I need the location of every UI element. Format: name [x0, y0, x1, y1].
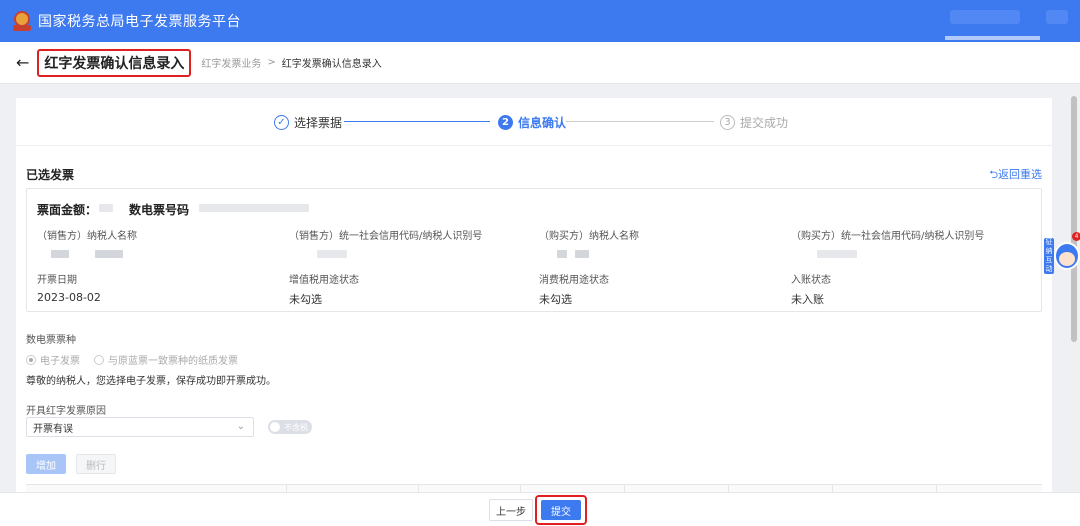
radio-paper-invoice[interactable]: 与原蓝票一致票种的纸质发票 — [94, 352, 238, 367]
vat-status-value: 未勾选 — [289, 293, 322, 306]
prev-step-button[interactable]: 上一步 — [489, 499, 533, 521]
step-number-icon: 3 — [720, 115, 735, 130]
breadcrumb-item-red-invoice[interactable]: 红字发票业务 — [201, 55, 261, 70]
buyer-id-masked — [817, 250, 857, 258]
user-info-masked[interactable] — [950, 10, 1020, 24]
step-connector — [566, 121, 714, 122]
reselect-link[interactable]: ⮌返回重选 — [989, 166, 1042, 185]
seller-name-masked — [95, 250, 123, 258]
breadcrumb: 红字发票业务 > 红字发票确认信息录入 — [201, 55, 381, 70]
seller-id-label: （销售方）统一社会信用代码/纳税人识别号 — [289, 231, 483, 242]
toggle-knob — [270, 422, 280, 432]
delete-row-button[interactable]: 删行 — [76, 454, 116, 474]
buyer-name-label: （购买方）纳税人名称 — [539, 231, 639, 242]
step-connector — [344, 121, 490, 122]
page-scrollbar-thumb[interactable] — [1071, 96, 1077, 342]
buyer-id-label: （购买方）统一社会信用代码/纳税人识别号 — [791, 231, 985, 242]
footer-bar: 上一步 提交 — [0, 492, 1080, 526]
assistant-side-label: 征纳互动 — [1044, 238, 1054, 274]
submit-highlight: 提交 — [535, 495, 587, 525]
account-status-value: 未入账 — [791, 293, 824, 306]
submit-button[interactable]: 提交 — [541, 500, 581, 520]
step-confirm-info: 2 信息确认 — [498, 114, 566, 131]
issue-date-label: 开票日期 — [37, 275, 77, 286]
app-title: 国家税务总局电子发票服务平台 — [38, 14, 241, 30]
seller-id-masked — [317, 250, 347, 258]
invoice-type-label: 数电票票种 — [26, 335, 76, 346]
notification-badge: 4 — [1072, 232, 1080, 241]
invoice-number-label: 数电票号码 — [129, 203, 190, 217]
page-header: ← 红字发票确认信息录入 红字发票业务 > 红字发票确认信息录入 — [0, 42, 1080, 84]
tax-emblem-icon — [12, 10, 32, 32]
assistant-widget[interactable]: 征纳互动 4 — [1042, 232, 1080, 276]
radio-label: 电子发票 — [40, 356, 80, 367]
invoice-type-hint: 尊敬的纳税人，您选择电子发票，保存成功即开票成功。 — [26, 376, 276, 387]
user-menu-masked[interactable] — [1046, 10, 1068, 24]
invoice-type-radio-group: 电子发票 与原蓝票一致票种的纸质发票 — [26, 352, 252, 367]
radio-unselected-icon — [94, 354, 104, 365]
radio-electronic-invoice[interactable]: 电子发票 — [26, 352, 80, 367]
buyer-name-masked — [575, 250, 589, 258]
reason-select[interactable]: 开票有误 ⌄ — [26, 417, 254, 437]
tax-included-toggle[interactable]: 不含税 — [268, 420, 312, 434]
breadcrumb-item-current: 红字发票确认信息录入 — [281, 59, 382, 70]
step-number-icon: 2 — [498, 115, 513, 130]
radio-label: 与原蓝票一致票种的纸质发票 — [108, 356, 238, 367]
step-check-icon: ✓ — [274, 115, 289, 130]
back-arrow-icon[interactable]: ← — [16, 53, 29, 72]
toggle-label: 不含税 — [284, 422, 308, 432]
buyer-name-masked — [557, 250, 567, 258]
amount-label: 票面金额： — [37, 203, 98, 217]
seller-name-label: （销售方）纳税人名称 — [37, 231, 137, 242]
reason-select-value: 开票有误 — [33, 423, 73, 435]
step-label: 信息确认 — [518, 116, 567, 130]
main-card: ✓ 选择票据 2 信息确认 3 提交成功 已选发票 ⮌返回重选 票面金额： 数电… — [16, 98, 1052, 498]
step-indicator: ✓ 选择票据 2 信息确认 3 提交成功 — [16, 98, 1052, 146]
add-row-button[interactable]: 增加 — [26, 454, 66, 474]
vat-status-label: 增值税用途状态 — [289, 275, 359, 286]
step-submit-success: 3 提交成功 — [720, 114, 788, 131]
account-status-label: 入账状态 — [791, 275, 831, 286]
top-bar-underline — [945, 36, 1040, 40]
assistant-face-icon — [1059, 252, 1075, 266]
invoice-number-masked — [199, 204, 309, 212]
chevron-down-icon: ⌄ — [236, 421, 245, 432]
page-title: 红字发票确认信息录入 — [37, 48, 192, 77]
step-label: 选择票据 — [294, 116, 343, 130]
step-select-invoice: ✓ 选择票据 — [274, 114, 342, 131]
reason-label: 开具红字发票原因 — [26, 406, 106, 417]
top-bar: 国家税务总局电子发票服务平台 — [0, 0, 1080, 42]
step-label: 提交成功 — [740, 116, 789, 130]
amount-masked — [99, 204, 113, 212]
consume-status-label: 消费税用途状态 — [539, 275, 609, 286]
issue-date-value: 2023-08-02 — [37, 291, 101, 304]
section-title: 已选发票 — [26, 168, 75, 182]
breadcrumb-separator: > — [267, 57, 276, 68]
seller-name-masked — [51, 250, 69, 258]
radio-selected-icon — [26, 354, 36, 365]
consume-status-value: 未勾选 — [539, 293, 572, 306]
selected-invoice-box: 票面金额： 数电票号码 （销售方）纳税人名称 （销售方）统一社会信用代码/纳税人… — [26, 188, 1042, 312]
